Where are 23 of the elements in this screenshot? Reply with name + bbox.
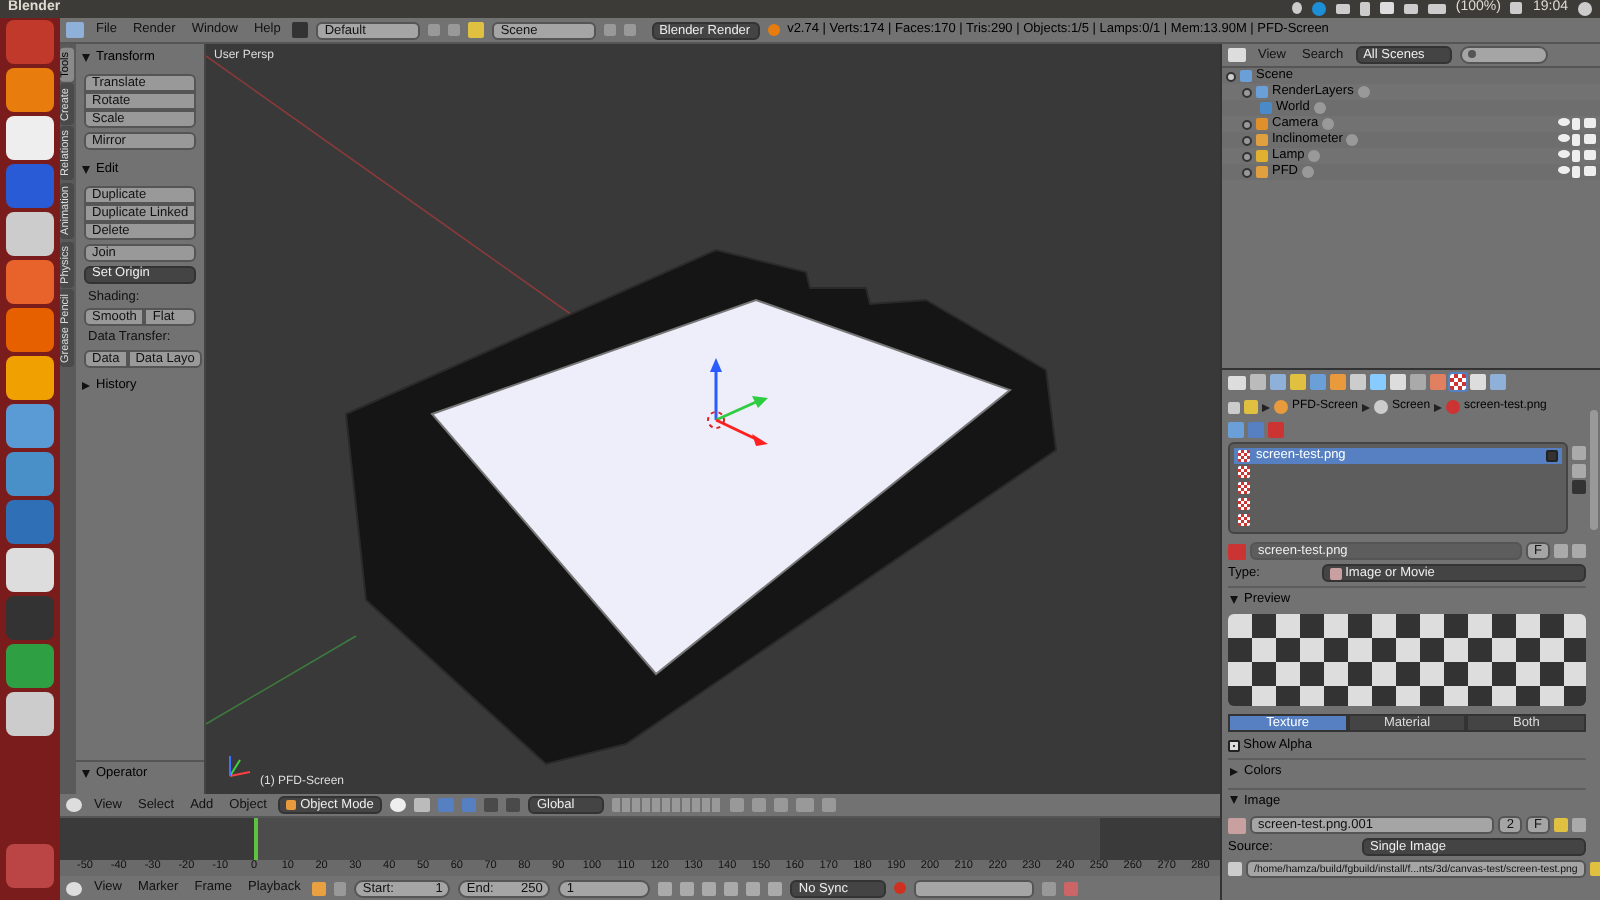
search-icon — [1467, 50, 1476, 58]
expand-toggle-icon[interactable] — [1242, 151, 1252, 161]
current-frame-line — [254, 818, 257, 860]
expand-triangle-icon[interactable] — [1230, 596, 1238, 605]
layers-grid-icon[interactable] — [612, 798, 723, 812]
expand-toggle-icon[interactable] — [1242, 135, 1252, 145]
search-field[interactable] — [1459, 46, 1548, 64]
expand-triangle-icon[interactable] — [82, 53, 90, 62]
expand-triangle-icon[interactable] — [82, 382, 90, 391]
axis-orientation-icon — [229, 755, 251, 777]
expand-triangle-icon[interactable] — [82, 770, 90, 779]
slot-checkbox[interactable] — [1546, 450, 1559, 463]
keying-set-field[interactable] — [914, 879, 1035, 897]
expand-toggle-icon[interactable] — [1226, 71, 1236, 81]
expand-triangle-icon[interactable] — [82, 165, 90, 174]
transform-gizmo-icon — [707, 358, 768, 446]
expand-toggle-icon[interactable] — [1242, 119, 1252, 129]
scrollbar[interactable] — [1590, 410, 1598, 530]
show-alpha-checkbox[interactable] — [1228, 739, 1240, 752]
expand-toggle-icon[interactable] — [1242, 167, 1252, 177]
expand-toggle-icon[interactable] — [1242, 87, 1252, 97]
expand-triangle-icon[interactable] — [1230, 796, 1238, 805]
expand-triangle-icon[interactable] — [1230, 767, 1238, 776]
